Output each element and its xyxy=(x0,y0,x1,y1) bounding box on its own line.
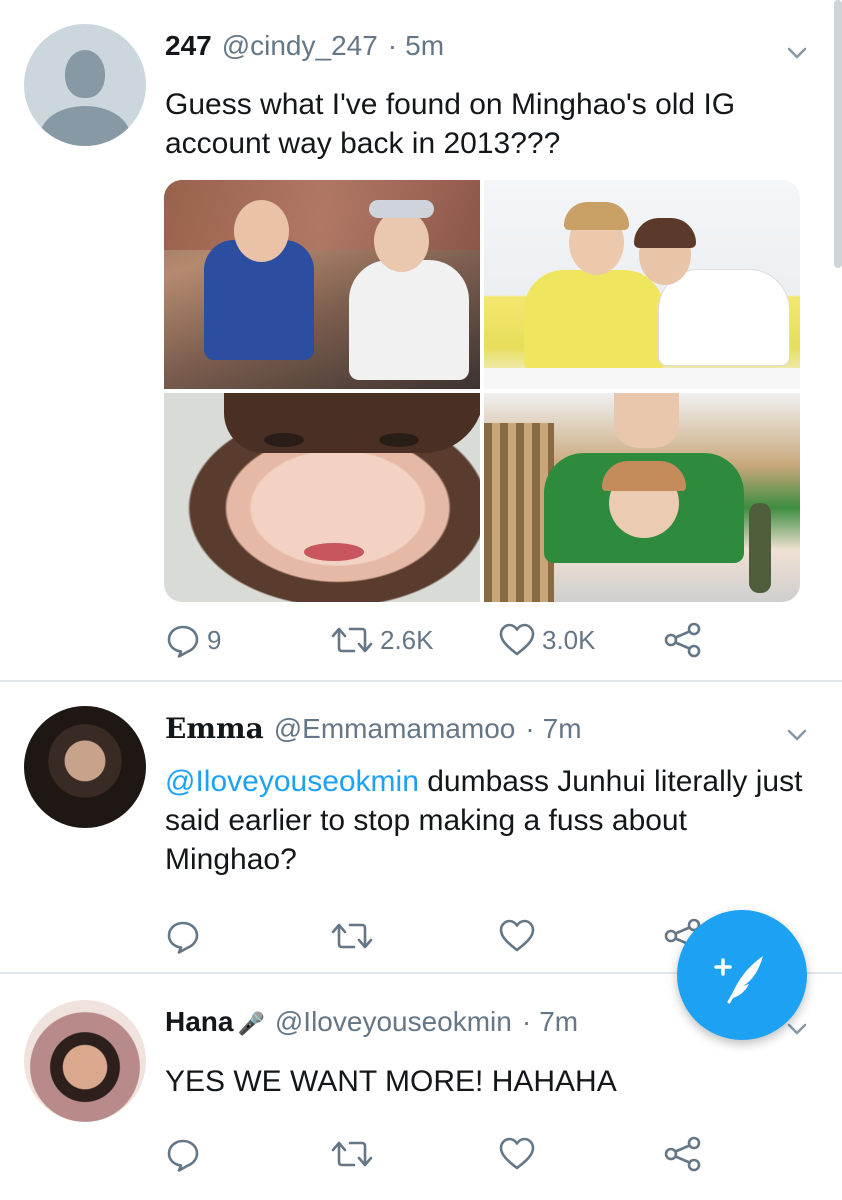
share-button[interactable] xyxy=(662,1134,702,1174)
retweet-icon xyxy=(331,923,373,949)
retweet-button[interactable]: 2.6K xyxy=(330,620,434,660)
reply-icon xyxy=(167,1139,199,1172)
heart-icon xyxy=(499,623,535,656)
tweet-text: YES WE WANT MORE! HAHAHA xyxy=(165,1065,617,1098)
like-button[interactable] xyxy=(498,916,536,956)
avatar[interactable] xyxy=(24,706,146,828)
compose-tweet-button[interactable] xyxy=(677,910,807,1040)
retweet-icon xyxy=(331,627,373,653)
user-handle[interactable]: @Iloveyouseokmin xyxy=(275,1006,512,1038)
reply-button[interactable]: 9 xyxy=(165,620,221,660)
separator-dot: · xyxy=(387,30,398,61)
tweet-1[interactable]: 247 @cindy_247 · 5m Guess what I've foun… xyxy=(0,0,842,680)
share-icon xyxy=(664,622,701,658)
reply-icon xyxy=(167,625,199,658)
chevron-down-icon[interactable] xyxy=(786,42,808,64)
mention-link[interactable]: @Iloveyouseokmin xyxy=(165,765,419,798)
timestamp[interactable]: 7m xyxy=(543,713,582,745)
avatar[interactable] xyxy=(24,24,146,146)
user-handle[interactable]: @cindy_247 xyxy=(222,30,378,62)
retweet-button[interactable] xyxy=(330,916,374,956)
reply-button[interactable] xyxy=(165,1134,201,1174)
default-avatar-head xyxy=(65,50,105,98)
heart-icon xyxy=(499,1137,535,1170)
tweet-header: Emma @Emmamamamoo · 7m xyxy=(165,712,582,752)
media-photo-4[interactable] xyxy=(484,393,800,602)
avatar[interactable] xyxy=(24,1000,146,1122)
default-avatar-body xyxy=(40,106,130,146)
tweet-actions xyxy=(165,916,725,956)
media-grid[interactable] xyxy=(164,180,800,602)
reply-button[interactable] xyxy=(165,916,201,956)
retweet-icon xyxy=(331,1141,373,1167)
timestamp[interactable]: 7m xyxy=(539,1006,578,1038)
tweet-header: 247 @cindy_247 · 5m xyxy=(165,30,444,70)
tweet-header: Hana 🎤 @Iloveyouseokmin · 7m xyxy=(165,1006,578,1046)
separator-dot: · xyxy=(525,713,535,744)
separator-dot: · xyxy=(521,1006,532,1037)
like-button[interactable]: 3.0K xyxy=(498,620,596,660)
tweet-text: @Iloveyouseokmin dumbass Junhui literall… xyxy=(165,762,815,879)
media-photo-3[interactable] xyxy=(164,393,480,602)
like-button[interactable] xyxy=(498,1134,536,1174)
display-name[interactable]: Emma xyxy=(165,712,264,745)
share-button[interactable] xyxy=(662,620,702,660)
reply-count: 9 xyxy=(207,624,222,655)
microphone-icon: 🎤 xyxy=(237,1011,265,1036)
retweet-count: 2.6K xyxy=(380,624,434,655)
timestamp[interactable]: 5m xyxy=(405,30,444,62)
like-count: 3.0K xyxy=(542,624,596,655)
share-icon xyxy=(664,1136,701,1172)
heart-icon xyxy=(499,919,535,952)
display-name[interactable]: 247 xyxy=(165,30,212,62)
tweet-actions xyxy=(165,1134,725,1174)
chevron-down-icon[interactable] xyxy=(786,724,808,746)
reply-icon xyxy=(167,921,199,954)
retweet-button[interactable] xyxy=(330,1134,374,1174)
display-name[interactable]: Hana xyxy=(165,1006,233,1038)
media-photo-1[interactable] xyxy=(164,180,480,389)
user-handle[interactable]: @Emmamamamoo xyxy=(274,713,516,745)
tweet-text: Guess what I've found on Minghao's old I… xyxy=(165,88,736,160)
tweet-actions: 9 2.6K 3.0K xyxy=(165,620,725,660)
scrollbar[interactable] xyxy=(834,0,842,268)
compose-tweet-icon xyxy=(714,956,763,1004)
media-photo-2[interactable] xyxy=(484,180,800,389)
